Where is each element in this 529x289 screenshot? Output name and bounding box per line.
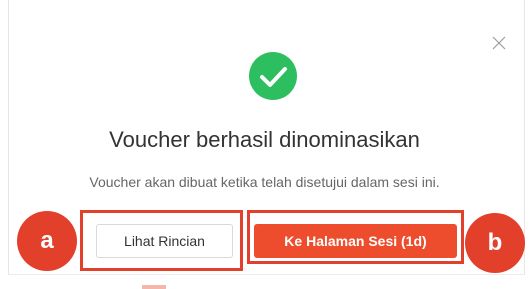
check-circle-icon xyxy=(249,52,297,100)
view-details-button[interactable]: Lihat Rincian xyxy=(96,224,233,258)
close-icon[interactable] xyxy=(492,36,506,50)
cropped-element-fragment xyxy=(142,285,166,289)
dialog-title: Voucher berhasil dinominasikan xyxy=(109,127,420,152)
dialog-subtitle: Voucher akan dibuat ketika telah disetuj… xyxy=(89,174,440,190)
go-to-session-button[interactable]: Ke Halaman Sesi (1d) xyxy=(254,224,457,258)
page: Voucher berhasil dinominasikan Voucher a… xyxy=(0,0,529,289)
annotation-badge-b: b xyxy=(465,213,525,273)
annotation-badge-a: a xyxy=(17,211,77,271)
